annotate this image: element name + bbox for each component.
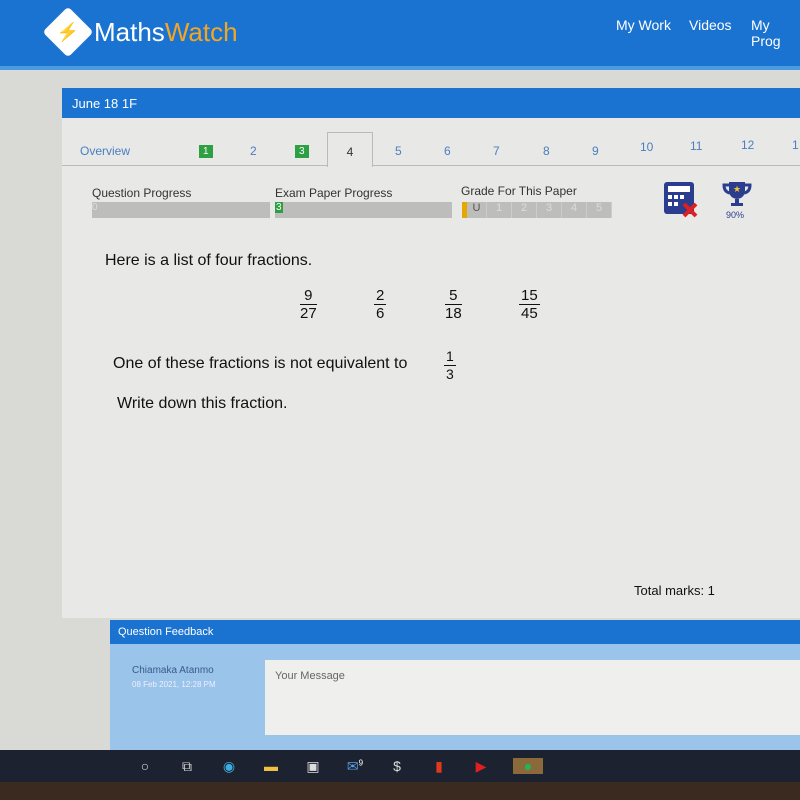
tab-5[interactable]: 5 [395,144,402,158]
question-line-3: Write down this fraction. [117,395,288,412]
exam-progress-label: Exam Paper Progress [275,186,393,200]
feedback-date: 08 Feb 2021, 12:28 PM [132,680,216,689]
tab-2[interactable]: 2 [250,144,257,158]
fraction-3: 5 18 [445,287,462,322]
tab-7[interactable]: 7 [493,144,500,158]
tab-12[interactable]: 12 [741,138,754,152]
mail-badge: 9 [358,757,364,767]
spotify-icon[interactable]: ● [513,758,543,774]
question-progress-bar: 0 [92,202,270,218]
tab-1[interactable]: 1 [199,145,213,158]
question-line-2: One of these fractions is not equivalent… [113,355,408,372]
tab-13[interactable]: 1 [792,138,799,152]
message-input[interactable]: Your Message [265,660,800,735]
paper-title: June 18 1F [62,88,800,118]
grade-bar: U 1 2 3 4 5 [462,202,612,218]
nav-my-work[interactable]: My Work [616,17,671,33]
logo[interactable]: ⚡ MathsWatch [42,6,238,58]
taskbar: ○ ⧉ ◉ ▬ ▣ ✉9 $ ▮ ▶ ● [0,750,800,782]
tab-6[interactable]: 6 [444,144,451,158]
question-progress-label: Question Progress [92,186,192,200]
svg-text:★: ★ [733,184,741,194]
grade-u: U [462,202,487,218]
tab-11[interactable]: 11 [690,139,702,153]
grade-5: 5 [587,202,612,218]
store-icon[interactable]: ▣ [303,758,323,775]
tab-10[interactable]: 10 [640,140,653,154]
mail-icon[interactable]: ✉9 [345,758,365,775]
fraction-2: 26 [374,287,387,322]
search-icon[interactable]: ○ [135,758,155,774]
trophy-percent: 90% [726,210,745,220]
logo-icon: ⚡ [42,6,94,58]
tab-overview[interactable]: Overview [80,144,130,158]
monitor-bezel [0,782,800,800]
fraction-1: 9 27 [300,287,317,322]
question-intro: Here is a list of four fractions. [105,252,313,269]
feedback-title: Question Feedback [110,620,800,644]
reference-fraction: 13 [444,348,456,382]
grade-1: 1 [487,202,512,218]
edge-icon[interactable]: ◉ [219,758,239,775]
tab-4[interactable]: 4 [327,132,373,167]
tab-3[interactable]: 3 [295,145,309,158]
total-marks: Total marks: 1 [634,583,715,598]
youtube-icon[interactable]: ▶ [471,758,491,775]
calculator-not-allowed-icon [664,182,698,218]
file-explorer-icon[interactable]: ▬ [261,758,281,774]
app-s-icon[interactable]: $ [387,758,407,774]
office-icon[interactable]: ▮ [429,758,449,775]
nav-my-progress[interactable]: My Prog [751,17,800,49]
tab-8[interactable]: 8 [543,144,550,158]
nav-videos[interactable]: Videos [689,17,732,33]
task-view-icon[interactable]: ⧉ [177,758,197,775]
grade-2: 2 [512,202,537,218]
top-bar: ⚡ MathsWatch My Work Videos My Prog [0,0,800,70]
fraction-4: 15 45 [519,287,540,322]
grade-4: 4 [562,202,587,218]
grade-label: Grade For This Paper [461,184,577,198]
question-tabs: Overview 1 2 3 4 5 6 7 8 9 10 11 12 1 [62,132,800,167]
tab-9[interactable]: 9 [592,144,599,158]
grade-3: 3 [537,202,562,218]
question-feedback-panel: Question Feedback Chiamaka Atanmo 08 Feb… [110,620,800,750]
paper-card: June 18 1F Overview 1 2 3 4 5 6 7 8 9 10… [62,88,800,618]
feedback-author: Chiamaka Atanmo [132,665,214,676]
trophy-icon: ★ [722,182,752,206]
exam-progress-bar: 3 [275,202,452,218]
